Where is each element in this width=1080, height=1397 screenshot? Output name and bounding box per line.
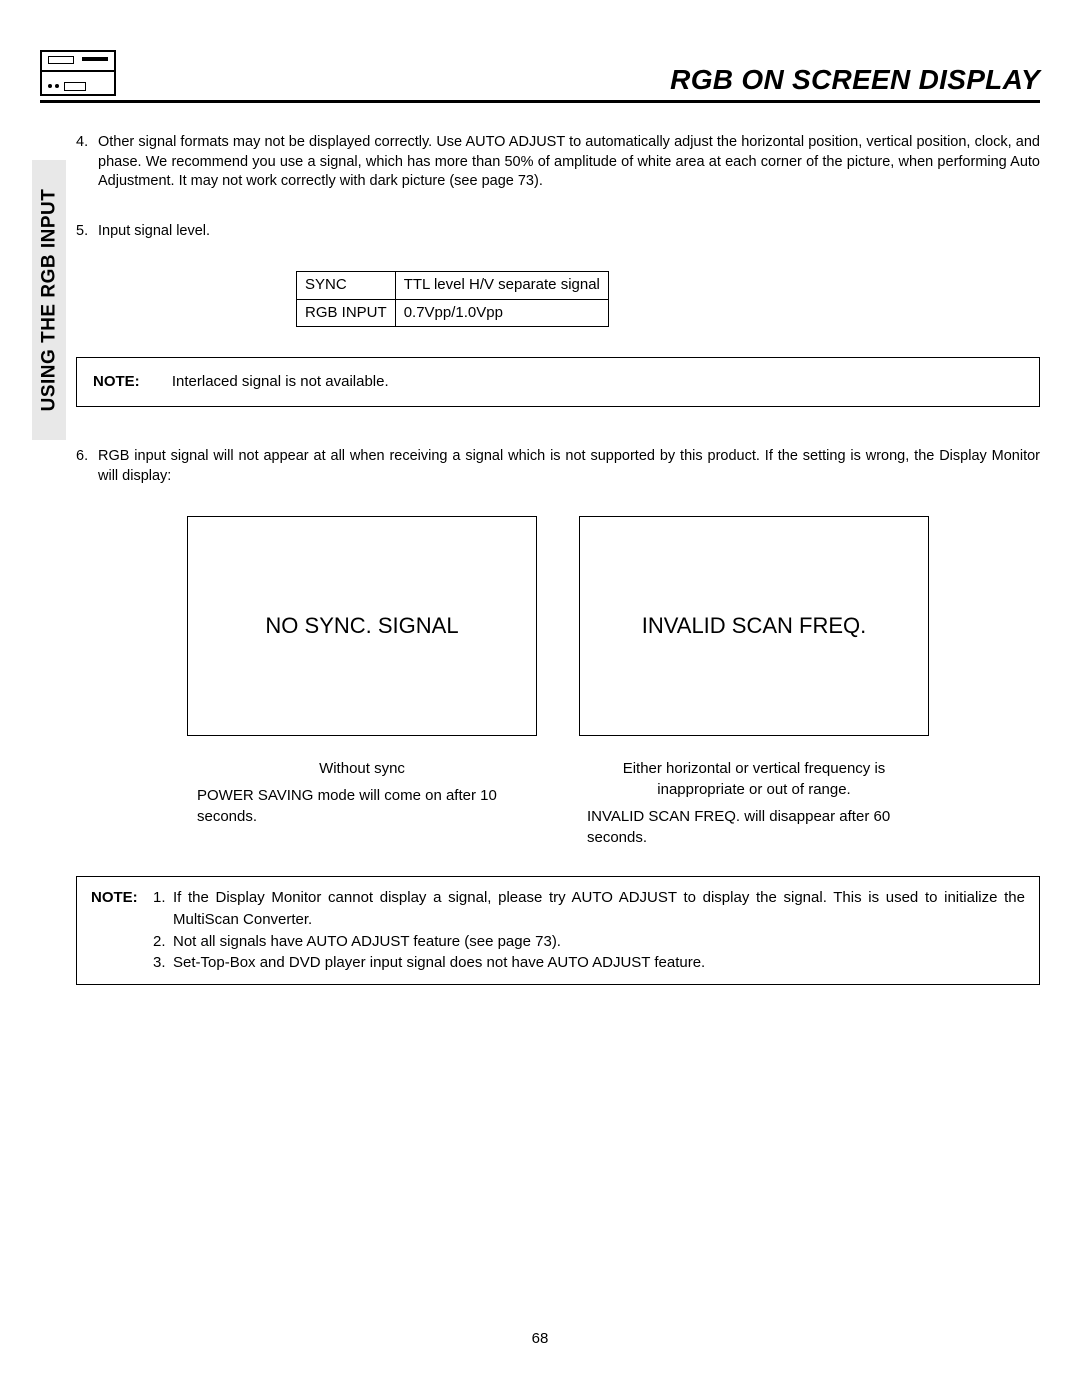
table-cell: SYNC [297, 272, 396, 299]
side-tab-label: USING THE RGB INPUT [38, 189, 60, 412]
caption-text: POWER SAVING mode will come on after 10 … [187, 785, 537, 827]
caption-text: INVALID SCAN FREQ. will disappear after … [579, 806, 929, 848]
note-item-number: 2. [153, 931, 173, 953]
display-screen: INVALID SCAN FREQ. [579, 516, 929, 736]
note-item-number: 1. [153, 887, 173, 931]
table-cell: 0.7Vpp/1.0Vpp [395, 299, 608, 326]
page-number: 68 [0, 1330, 1080, 1347]
display-example-left: NO SYNC. SIGNAL Without sync POWER SAVIN… [187, 516, 537, 848]
list-item: 5. Input signal level. [76, 222, 1040, 242]
page-title: RGB ON SCREEN DISPLAY [670, 64, 1040, 96]
note-item-text: Set-Top-Box and DVD player input signal … [173, 952, 705, 974]
note-item-number: 3. [153, 952, 173, 974]
item-text: Other signal formats may not be displaye… [98, 133, 1040, 192]
display-screen: NO SYNC. SIGNAL [187, 516, 537, 736]
display-message: NO SYNC. SIGNAL [265, 611, 458, 641]
display-example-right: INVALID SCAN FREQ. Either horizontal or … [579, 516, 929, 848]
caption-title: Either horizontal or vertical frequency … [579, 758, 929, 800]
caption-title: Without sync [187, 758, 537, 779]
item-number: 4. [76, 133, 98, 192]
side-tab: USING THE RGB INPUT [32, 160, 66, 440]
item-number: 5. [76, 222, 98, 242]
display-message: INVALID SCAN FREQ. [642, 611, 867, 641]
note-item-text: Not all signals have AUTO ADJUST feature… [173, 931, 561, 953]
item-text: RGB input signal will not appear at all … [98, 447, 1040, 486]
device-icon [40, 50, 116, 96]
note-item-text: If the Display Monitor cannot display a … [173, 887, 1025, 931]
table-cell: RGB INPUT [297, 299, 396, 326]
note-box: NOTE: 1. If the Display Monitor cannot d… [76, 876, 1040, 985]
item-text: Input signal level. [98, 222, 1040, 242]
list-item: 6. RGB input signal will not appear at a… [76, 447, 1040, 486]
note-text: Interlaced signal is not available. [172, 373, 389, 390]
note-box: NOTE: Interlaced signal is not available… [76, 357, 1040, 407]
note-label: NOTE: [91, 887, 153, 931]
item-number: 6. [76, 447, 98, 486]
signal-table: SYNC TTL level H/V separate signal RGB I… [296, 271, 609, 327]
table-cell: TTL level H/V separate signal [395, 272, 608, 299]
note-label: NOTE: [93, 373, 140, 390]
list-item: 4. Other signal formats may not be displ… [76, 133, 1040, 192]
